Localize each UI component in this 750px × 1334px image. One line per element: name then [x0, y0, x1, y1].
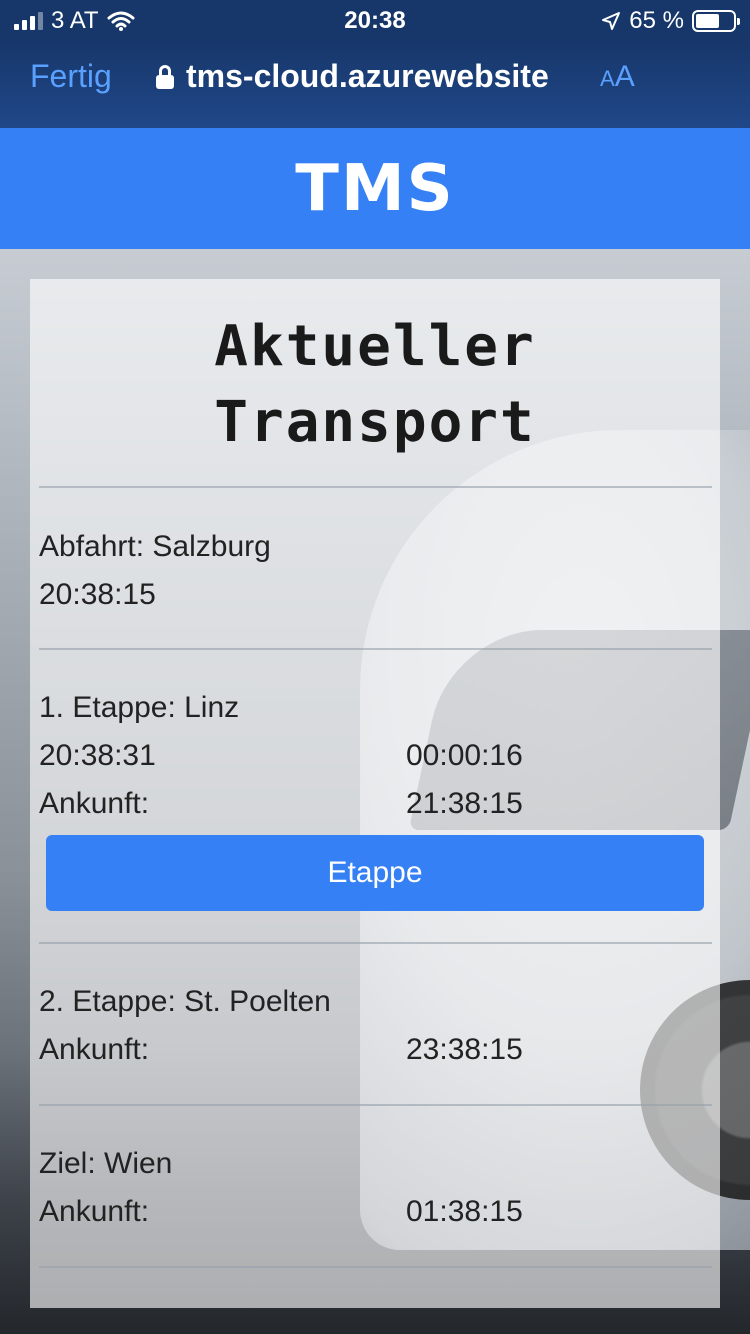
stage2-arrival-time: 23:38:15 [406, 1033, 523, 1066]
divider [39, 486, 712, 488]
divider [39, 942, 712, 944]
text-size-small-a: A [600, 66, 615, 91]
divider [39, 1266, 712, 1268]
browser-bar: Fertig tms-cloud.azurewebsite AA [0, 40, 750, 128]
url-text: tms-cloud.azurewebsite [186, 58, 549, 94]
page-title: Aktueller Transport [30, 309, 720, 461]
departure-label: Abfahrt: Salzburg [39, 530, 271, 563]
text-size-large-a: A [614, 60, 635, 93]
departure-time: 20:38:15 [39, 578, 156, 611]
stage2-label: 2. Etappe: St. Poelten [39, 985, 331, 1018]
destination-label: Ziel: Wien [39, 1147, 173, 1180]
status-bar: 3 AT 20:38 65 % [0, 0, 750, 40]
stage1-time: 20:38:31 [39, 739, 156, 772]
stage2-arrival-label: Ankunft: [39, 1033, 150, 1066]
stage1-arrival-label: Ankunft: [39, 787, 150, 820]
divider [39, 1104, 712, 1106]
site-header: TMS [0, 128, 750, 249]
text-size-button[interactable]: AA [600, 60, 635, 94]
location-arrow-icon [602, 12, 621, 30]
page-title-line1: Aktueller [214, 314, 536, 379]
etappe-button[interactable]: Etappe [46, 835, 704, 911]
stage1-label: 1. Etappe: Linz [39, 691, 240, 724]
divider [39, 648, 712, 650]
battery-percent: 65 % [629, 7, 684, 34]
transport-card: Aktueller Transport Abfahrt: Salzburg 20… [30, 279, 720, 1308]
lock-icon [156, 64, 174, 89]
stage1-arrival-time: 21:38:15 [406, 787, 523, 820]
battery-fill [696, 14, 719, 28]
url-field[interactable]: tms-cloud.azurewebsite [156, 58, 549, 95]
destination-arrival-time: 01:38:15 [406, 1195, 523, 1228]
page-title-line2: Transport [214, 390, 536, 455]
done-button[interactable]: Fertig [30, 58, 112, 95]
battery-icon [692, 10, 740, 32]
stage1-elapsed: 00:00:16 [406, 739, 523, 772]
destination-arrival-label: Ankunft: [39, 1195, 150, 1228]
tms-logo[interactable]: TMS [295, 152, 454, 226]
